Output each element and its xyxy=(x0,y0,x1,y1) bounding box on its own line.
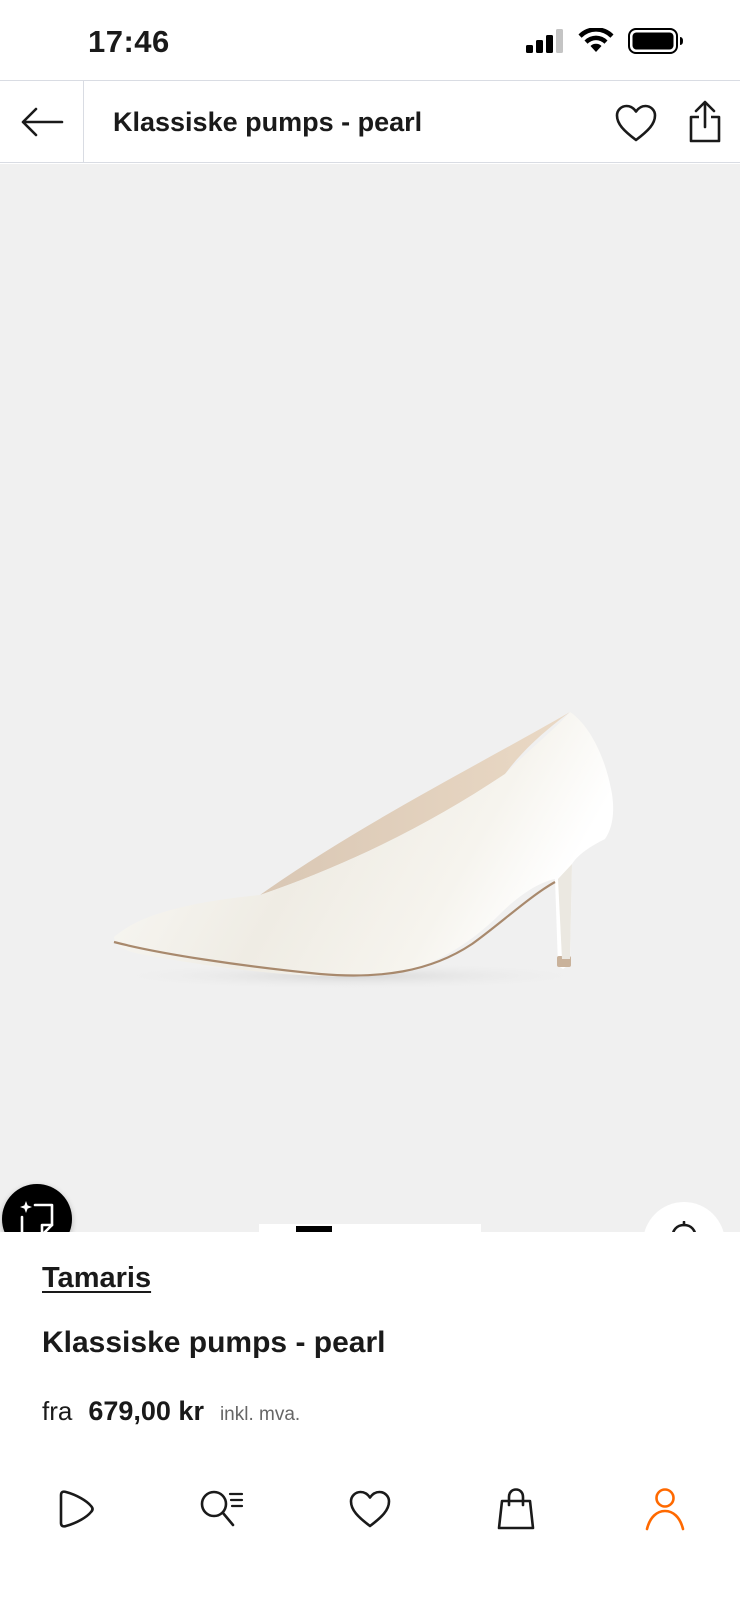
back-button[interactable] xyxy=(0,81,84,163)
nav-play[interactable] xyxy=(40,1474,110,1544)
profile-icon xyxy=(645,1488,685,1531)
notify-button[interactable] xyxy=(643,1202,725,1232)
ai-sparkle-icon xyxy=(20,1201,54,1232)
status-icons xyxy=(526,28,684,54)
bottom-navigation xyxy=(0,1462,740,1600)
nav-search[interactable] xyxy=(186,1474,256,1544)
ai-similar-search-button[interactable] xyxy=(2,1184,72,1232)
heart-icon xyxy=(615,104,657,142)
play-icon xyxy=(59,1490,94,1528)
heart-icon xyxy=(349,1490,391,1528)
price-prefix: fra xyxy=(42,1396,73,1426)
product-image xyxy=(100,712,614,990)
share-button[interactable] xyxy=(682,97,728,147)
bell-icon xyxy=(672,1221,696,1232)
shopping-bag-icon xyxy=(497,1488,535,1530)
back-arrow-icon xyxy=(21,107,63,137)
nav-wishlist[interactable] xyxy=(335,1474,405,1544)
share-icon xyxy=(689,100,721,143)
status-bar: 17:46 xyxy=(0,0,740,80)
nav-profile[interactable] xyxy=(630,1474,700,1544)
header-wishlist-button[interactable] xyxy=(612,99,660,147)
cellular-signal-icon xyxy=(526,29,563,53)
product-name: Klassiske pumps - pearl xyxy=(42,1326,386,1359)
vat-note: inkl. mva. xyxy=(219,1404,301,1425)
nav-bag[interactable] xyxy=(481,1474,551,1544)
price-row: fra 679,00 kr inkl. mva. xyxy=(42,1396,300,1427)
wifi-icon xyxy=(578,28,614,52)
brand-link[interactable]: Tamaris xyxy=(42,1262,151,1295)
price-value: 679,00 kr xyxy=(88,1396,204,1426)
status-time: 17:46 xyxy=(88,24,170,59)
product-info: Tamaris Klassiske pumps - pearl fra 679,… xyxy=(0,1232,740,1462)
product-header: Klassiske pumps - pearl xyxy=(0,80,740,163)
product-image-gallery[interactable] xyxy=(0,164,740,1232)
header-title: Klassiske pumps - pearl xyxy=(113,107,423,137)
battery-icon xyxy=(628,28,683,54)
search-list-icon xyxy=(200,1490,244,1527)
